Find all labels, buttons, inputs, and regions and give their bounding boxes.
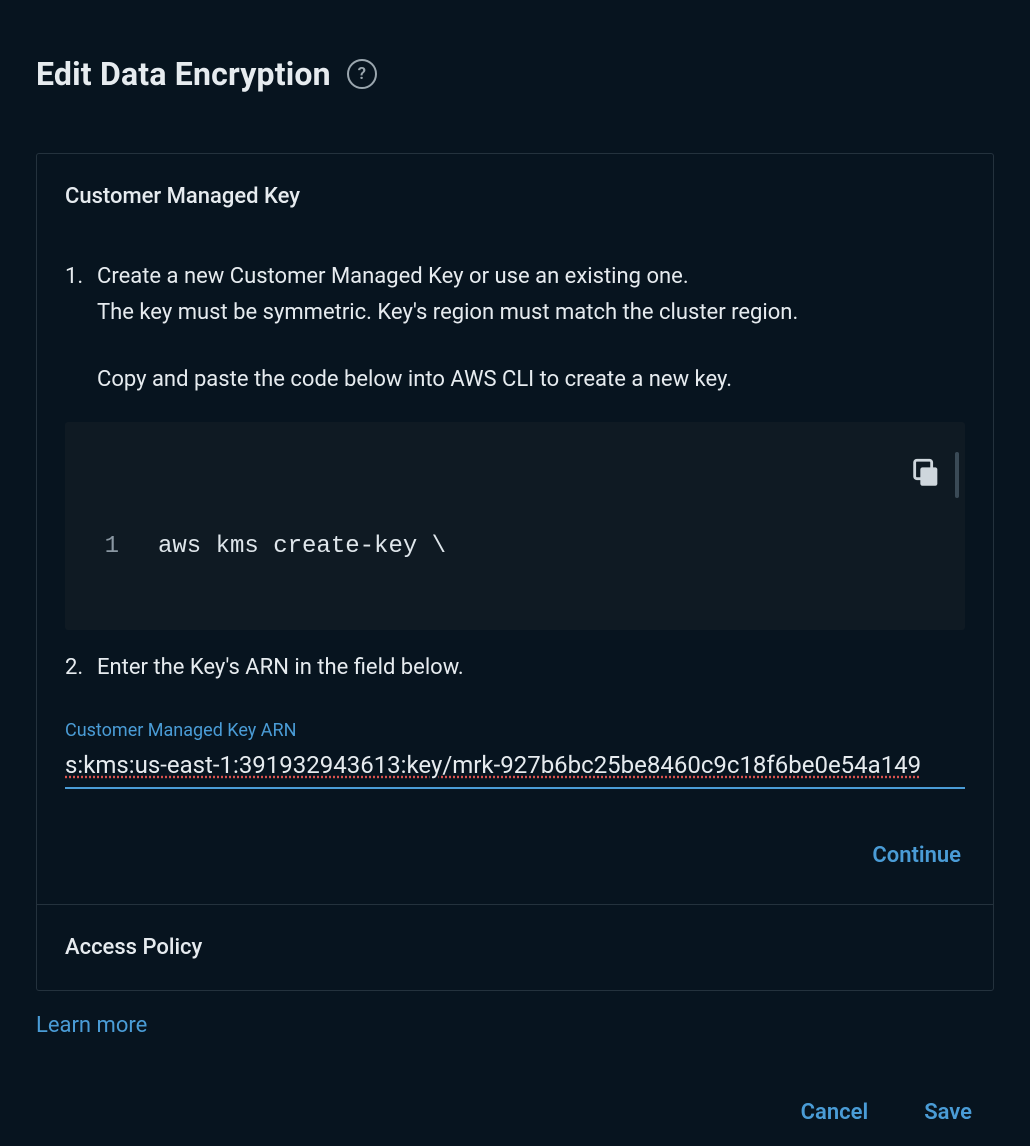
- access-policy-card: Access Policy: [37, 904, 993, 990]
- footer-actions: Cancel Save: [36, 1094, 994, 1131]
- page-title: Edit Data Encryption: [36, 55, 331, 93]
- scrollbar[interactable]: [955, 452, 959, 498]
- learn-more-link[interactable]: Learn more: [36, 1013, 147, 1038]
- settings-panel: Customer Managed Key 1. Create a new Cus…: [36, 153, 994, 991]
- line-number: 1: [91, 528, 143, 566]
- help-icon[interactable]: ?: [347, 59, 377, 89]
- continue-button[interactable]: Continue: [868, 837, 965, 874]
- cmk-card-body: 1. Create a new Customer Managed Key or …: [37, 219, 993, 904]
- cmk-card: Customer Managed Key 1. Create a new Cus…: [37, 154, 993, 904]
- code-block: 1 aws kms create-key \ 2 --tags TagKey=P…: [65, 422, 965, 630]
- step-2-number: 2.: [65, 650, 89, 686]
- arn-input[interactable]: [65, 747, 965, 789]
- step-1-text-line2: The key must be symmetric. Key's region …: [65, 295, 965, 331]
- cmk-card-header[interactable]: Customer Managed Key: [37, 154, 993, 219]
- step-1-text-line1: Create a new Customer Managed Key or use…: [97, 259, 689, 295]
- step-1-note: Copy and paste the code below into AWS C…: [65, 362, 965, 398]
- step-2-text: Enter the Key's ARN in the field below.: [97, 650, 464, 686]
- copy-icon[interactable]: [909, 456, 943, 490]
- code-line-1: 1 aws kms create-key \: [91, 528, 939, 566]
- title-row: Edit Data Encryption ?: [36, 55, 994, 93]
- access-policy-card-header[interactable]: Access Policy: [37, 905, 993, 990]
- cancel-button[interactable]: Cancel: [797, 1094, 873, 1131]
- save-button[interactable]: Save: [920, 1094, 976, 1131]
- arn-field-label: Customer Managed Key ARN: [65, 720, 965, 741]
- step-1: 1. Create a new Customer Managed Key or …: [65, 259, 965, 295]
- arn-field: Customer Managed Key ARN: [65, 720, 965, 789]
- step-1-number: 1.: [65, 259, 89, 295]
- step-2: 2. Enter the Key's ARN in the field belo…: [65, 650, 965, 686]
- code-text: aws kms create-key \: [158, 528, 446, 566]
